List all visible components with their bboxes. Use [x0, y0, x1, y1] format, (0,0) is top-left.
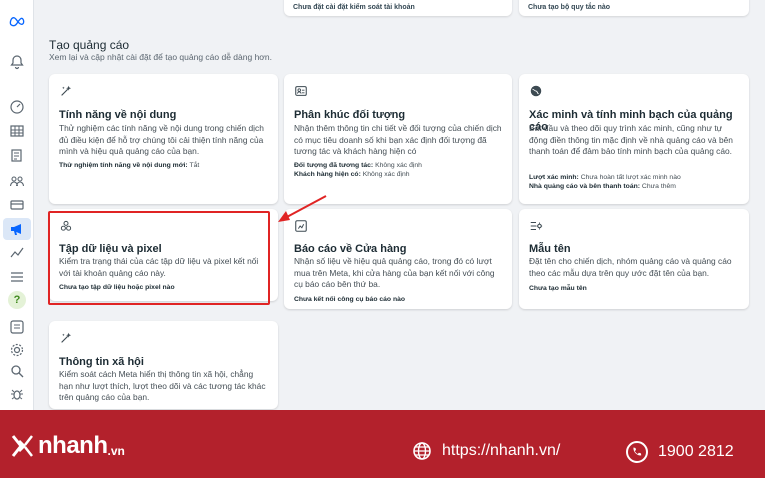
brand-logo-icon	[11, 435, 33, 457]
globe-icon	[529, 84, 543, 98]
news-icon[interactable]	[7, 317, 27, 337]
table-icon[interactable]	[7, 121, 27, 141]
audience-icon[interactable]	[7, 171, 27, 191]
help-icon[interactable]: ?	[8, 291, 26, 309]
meta-logo-icon[interactable]	[7, 11, 27, 31]
brand-name: nhanh	[38, 432, 108, 459]
card-status-link[interactable]: Chưa kết nối công cụ báo cáo nào	[294, 296, 405, 303]
rules-status: Chưa tạo bộ quy tắc nào	[528, 4, 611, 11]
card-title: Thông tin xã hội	[59, 356, 144, 368]
card-meta: Lượt xác minh: Chưa hoàn tất lượt xác mi…	[529, 174, 681, 190]
card-title: Phân khúc đối tượng	[294, 109, 406, 121]
search-icon[interactable]	[7, 361, 27, 381]
megaphone-icon[interactable]	[7, 219, 27, 239]
name-templates-card[interactable]: Mẫu tên Đặt tên cho chiến dịch, nhóm quả…	[519, 209, 749, 309]
globe-icon	[413, 442, 431, 460]
social-info-card[interactable]: Thông tin xã hội Kiểm soát cách Meta hiể…	[49, 321, 278, 409]
verification-card[interactable]: Xác minh và tính minh bạch của quảng cáo…	[519, 74, 749, 204]
left-sidebar: ?	[0, 0, 34, 410]
audience-icon	[294, 84, 308, 98]
name-template-icon	[529, 219, 543, 233]
card-description: Nhận số liệu về hiệu quả quảng cáo, tron…	[294, 256, 495, 290]
brand-footer: nhanh .vn https://nhanh.vn/ 1900 2812	[0, 410, 765, 478]
card-description: Thử nghiệm các tính năng về nội dung tro…	[59, 123, 264, 157]
card-description: Bắt đầu và theo dõi quy trình xác minh, …	[529, 123, 733, 157]
billing-icon[interactable]	[7, 195, 27, 215]
bug-icon[interactable]	[7, 384, 27, 404]
card-description: Đặt tên cho chiến dịch, nhóm quảng cáo v…	[529, 256, 732, 278]
ads-reporting-icon[interactable]	[7, 242, 27, 262]
shop-reports-card[interactable]: Báo cáo về Cửa hàng Nhận số liệu về hiệu…	[284, 209, 512, 309]
pages-icon[interactable]	[7, 146, 27, 166]
card-title: Báo cáo về Cửa hàng	[294, 243, 407, 255]
bell-icon[interactable]	[7, 52, 27, 72]
hotline[interactable]: 1900 2812	[626, 441, 734, 463]
card-meta: Đối tượng đã tương tác: Không xác định K…	[294, 162, 422, 178]
brand-logo[interactable]: nhanh .vn	[10, 432, 125, 460]
shop-report-icon	[294, 219, 308, 233]
card-meta: Thử nghiệm tính năng về nội dung mới: Tắ…	[59, 162, 200, 169]
account-controls-card[interactable]: Chưa đặt cài đặt kiểm soát tài khoản	[284, 0, 512, 16]
card-title: Tính năng về nội dung	[59, 109, 177, 121]
phone-icon	[626, 441, 648, 463]
audience-segments-card[interactable]: Phân khúc đối tượng Nhận thêm thông tin …	[284, 74, 512, 204]
highlight-box	[48, 211, 270, 305]
hotline-number: 1900 2812	[658, 443, 734, 460]
website-link[interactable]: https://nhanh.vn/	[412, 441, 560, 461]
sparkle-icon	[59, 84, 73, 98]
dashboard-icon[interactable]	[7, 97, 27, 117]
gear-icon[interactable]	[7, 340, 27, 360]
card-description: Nhận thêm thông tin chi tiết về đối tượn…	[294, 123, 502, 157]
content-features-card[interactable]: Tính năng về nội dung Thử nghiệm các tín…	[49, 74, 278, 204]
menu-icon[interactable]	[7, 267, 27, 287]
card-status-link[interactable]: Chưa tạo mẫu tên	[529, 285, 587, 292]
card-description: Kiểm soát cách Meta hiển thị thông tin x…	[59, 369, 266, 403]
sparkle-icon	[59, 331, 73, 345]
settings-main: Chưa đặt cài đặt kiểm soát tài khoản Chư…	[34, 0, 765, 410]
brand-domain: .vn	[107, 443, 125, 458]
rules-card[interactable]: Chưa tạo bộ quy tắc nào	[519, 0, 749, 16]
account-controls-status: Chưa đặt cài đặt kiểm soát tài khoản	[293, 4, 415, 11]
section-subtitle: Xem lại và cập nhật cài đặt để tạo quảng…	[49, 52, 272, 62]
section-title: Tạo quảng cáo	[49, 38, 130, 52]
card-title: Mẫu tên	[529, 243, 571, 255]
website-url: https://nhanh.vn/	[442, 442, 561, 459]
